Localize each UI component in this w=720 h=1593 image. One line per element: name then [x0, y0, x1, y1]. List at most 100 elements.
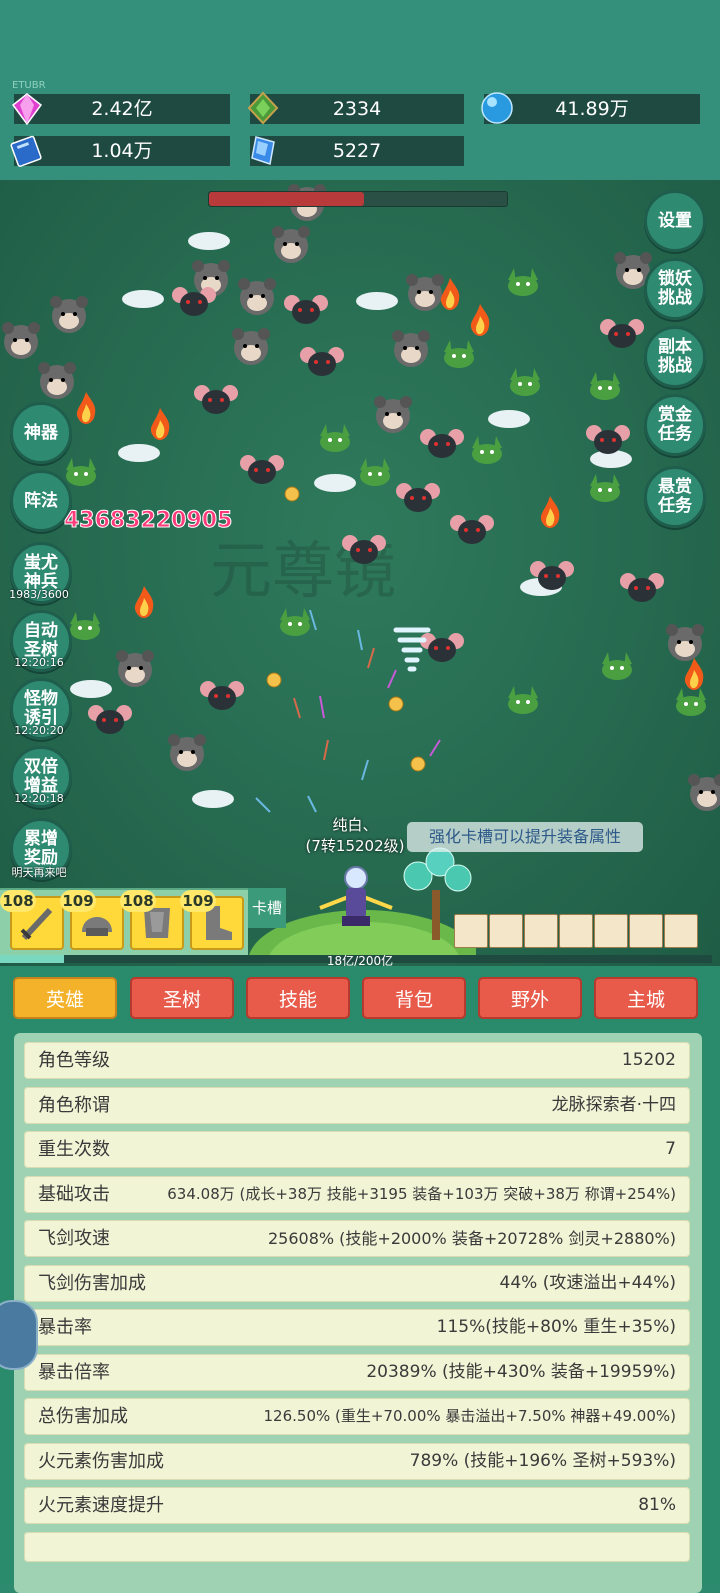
dungeon-challenge-button[interactable]: 副本 挑战	[644, 326, 706, 388]
rat-enemy[interactable]	[342, 532, 386, 566]
monster-lure-timer: 12:20:20	[14, 724, 64, 737]
coin-icon[interactable]	[266, 672, 282, 688]
rat-enemy[interactable]	[240, 452, 284, 486]
rat-enemy[interactable]	[586, 422, 630, 456]
cloud-decor	[314, 474, 356, 492]
green-crystal-counter: 2334	[250, 94, 464, 124]
skill-slot-icon[interactable]	[489, 914, 523, 948]
stat-value: 634.08万 (成长+38万 技能+3195 装备+103万 突破+38万 称…	[167, 1185, 676, 1203]
floating-orb-icon[interactable]	[0, 1300, 38, 1370]
tip-banner: 强化卡槽可以提升装备属性	[407, 822, 643, 852]
stat-label: 暴击率	[38, 1317, 92, 1338]
goblin-enemy[interactable]	[504, 684, 542, 714]
hero-character[interactable]	[316, 856, 396, 936]
rat-enemy[interactable]	[284, 292, 328, 326]
diamond-icon	[11, 93, 43, 126]
fire-icon	[684, 658, 704, 690]
bear-enemy[interactable]	[236, 276, 278, 316]
bear-enemy[interactable]	[230, 326, 272, 366]
bear-enemy[interactable]	[114, 648, 156, 688]
coin-icon[interactable]	[388, 696, 404, 712]
coin-icon[interactable]	[410, 756, 426, 772]
rat-enemy[interactable]	[88, 702, 132, 736]
stat-row: 总伤害加成 126.50% (重生+70.00% 暴击溢出+7.50% 神器+49…	[24, 1398, 690, 1435]
boss-hp-fill	[209, 192, 364, 206]
rat-enemy[interactable]	[450, 512, 494, 546]
fire-icon	[76, 392, 96, 424]
tab-wilderness[interactable]: 野外	[478, 977, 582, 1019]
goblin-enemy[interactable]	[586, 472, 624, 502]
stat-label: 角色称谓	[38, 1095, 110, 1116]
player-name: 纯白、	[332, 816, 378, 834]
tab-hero[interactable]: 英雄	[13, 977, 117, 1019]
rat-enemy[interactable]	[172, 284, 216, 318]
stat-row: 暴击倍率 20389% (技能+430% 装备+19959%)	[24, 1354, 690, 1391]
formation-button[interactable]: 阵法	[10, 470, 72, 532]
rat-enemy[interactable]	[396, 480, 440, 514]
rat-enemy[interactable]	[194, 382, 238, 416]
stat-row: 飞剑攻速 25608% (技能+2000% 装备+20728% 剑灵+2880%)	[24, 1220, 690, 1257]
bear-enemy[interactable]	[686, 772, 720, 812]
skill-slot-icon[interactable]	[454, 914, 488, 948]
bear-enemy[interactable]	[0, 320, 42, 360]
skill-slot-icon[interactable]	[594, 914, 628, 948]
damage-number: 43683220905	[63, 508, 233, 534]
goblin-enemy[interactable]	[468, 434, 506, 464]
tab-holy-tree[interactable]: 圣树	[130, 977, 234, 1019]
fire-icon	[440, 278, 460, 310]
rat-enemy[interactable]	[300, 344, 344, 378]
rat-enemy[interactable]	[620, 570, 664, 604]
goblin-enemy[interactable]	[356, 456, 394, 486]
goblin-enemy[interactable]	[316, 422, 354, 452]
tab-skills[interactable]: 技能	[246, 977, 350, 1019]
stat-row: 暴击率 115%(技能+80% 重生+35%)	[24, 1309, 690, 1346]
stat-value: 25608% (技能+2000% 装备+20728% 剑灵+2880%)	[267, 1229, 676, 1248]
stat-row: 角色等级 15202	[24, 1042, 690, 1079]
bear-enemy[interactable]	[166, 732, 208, 772]
goblin-enemy[interactable]	[504, 266, 542, 296]
equip-level-badge: 109	[180, 890, 216, 912]
skill-slot-icon[interactable]	[664, 914, 698, 948]
goblin-enemy[interactable]	[598, 650, 636, 680]
gem-counter: 2.42亿	[14, 94, 230, 124]
auto-tree-timer: 12:20:16	[14, 656, 64, 669]
tab-main-city[interactable]: 主城	[594, 977, 698, 1019]
tab-backpack[interactable]: 背包	[362, 977, 466, 1019]
fire-icon	[150, 408, 170, 440]
bear-enemy[interactable]	[372, 394, 414, 434]
corner-label: ETUBR	[12, 80, 46, 91]
player-rank: (7转15202级)	[305, 837, 405, 855]
bear-enemy[interactable]	[270, 224, 312, 264]
stat-label: 火元素伤害加成	[38, 1451, 164, 1472]
goblin-enemy[interactable]	[440, 338, 478, 368]
settings-button[interactable]: 设置	[644, 190, 706, 252]
bear-enemy[interactable]	[390, 328, 432, 368]
card-slot-button[interactable]: 卡槽	[248, 888, 286, 928]
stat-value: 15202	[621, 1050, 676, 1070]
rat-enemy[interactable]	[420, 426, 464, 460]
stat-row-partial	[24, 1532, 690, 1562]
artifact-button[interactable]: 神器	[10, 402, 72, 464]
skill-slot-icon[interactable]	[524, 914, 558, 948]
bear-enemy[interactable]	[48, 294, 90, 334]
reward-quest-button[interactable]: 悬赏 任务	[644, 466, 706, 528]
flying-swords	[255, 609, 441, 813]
coin-icon[interactable]	[284, 486, 300, 502]
double-buff-timer: 12:20:18	[14, 792, 64, 805]
rat-enemy[interactable]	[600, 316, 644, 350]
demon-lock-challenge-button[interactable]: 锁妖 挑战	[644, 258, 706, 320]
skill-slot-icon[interactable]	[559, 914, 593, 948]
goblin-enemy[interactable]	[62, 456, 100, 486]
bounty-quest-button[interactable]: 赏金 任务	[644, 394, 706, 456]
stat-value: 789% (技能+196% 圣树+593%)	[409, 1451, 676, 1471]
stat-label: 重生次数	[38, 1139, 110, 1160]
goblin-enemy[interactable]	[506, 366, 544, 396]
stat-label: 暴击倍率	[38, 1362, 110, 1383]
rat-enemy[interactable]	[530, 558, 574, 592]
goblin-enemy[interactable]	[66, 610, 104, 640]
cloud-decor	[122, 290, 164, 308]
skill-slot-icon[interactable]	[629, 914, 663, 948]
goblin-enemy[interactable]	[586, 370, 624, 400]
green-crystal-icon	[247, 91, 279, 125]
rat-enemy[interactable]	[200, 678, 244, 712]
